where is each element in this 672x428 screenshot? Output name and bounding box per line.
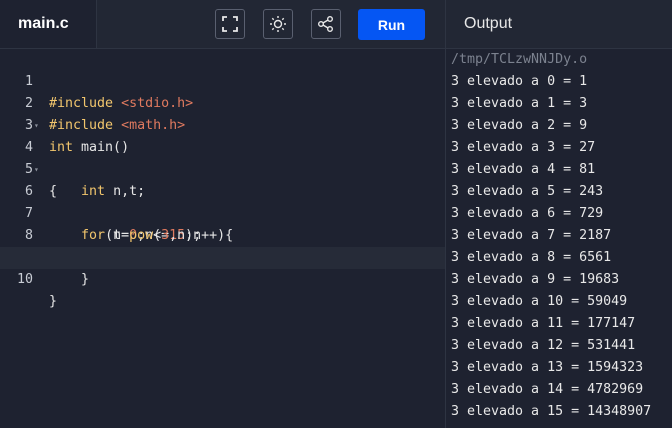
code-line[interactable]: 7 t=pow(3,n);: [0, 181, 445, 243]
output-line: 3 elevado a 4 = 81: [451, 162, 596, 177]
output-title: Output: [464, 15, 513, 32]
code-line[interactable]: 9 }: [0, 225, 445, 287]
output-panel[interactable]: /tmp/TCLzwNNJDy.o 3 elevado a 0 = 1 3 el…: [446, 49, 672, 428]
share-icon: [318, 16, 333, 32]
line-number: 10: [16, 272, 33, 287]
code-line[interactable]: 8 printf("3 elevado a %d = %d\n",n,t);: [0, 203, 445, 265]
run-button[interactable]: Run: [358, 9, 425, 40]
output-line: 3 elevado a 10 = 59049: [451, 294, 628, 309]
editor-toolbar: main.c Run: [0, 0, 445, 49]
code-line[interactable]: 3 int main(): [0, 93, 445, 155]
output-path: /tmp/TCLzwNNJDy.o: [451, 52, 588, 67]
code-editor[interactable]: 1 #include <stdio.h> 2 #include <math.h>…: [0, 49, 445, 428]
fullscreen-button[interactable]: [215, 9, 245, 39]
code-line-active[interactable]: 10 }: [0, 247, 445, 309]
share-button[interactable]: [311, 9, 341, 39]
output-line: 3 elevado a 9 = 19683: [451, 272, 620, 287]
output-line: 3 elevado a 13 = 1594323: [451, 360, 644, 375]
output-header: Output: [446, 0, 672, 49]
code-line[interactable]: 2 #include <math.h>: [0, 71, 445, 133]
output-line: 3 elevado a 6 = 729: [451, 206, 604, 221]
fold-arrow-icon[interactable]: ▾: [34, 159, 39, 181]
fold-arrow-icon[interactable]: ▾: [34, 115, 39, 137]
code-line[interactable]: 4 ▾ {: [0, 115, 445, 199]
code-line[interactable]: 1 #include <stdio.h>: [0, 49, 445, 111]
code-line[interactable]: 6 ▾ for(n=0;n<=15;n++){: [0, 159, 445, 243]
output-line: 3 elevado a 7 = 2187: [451, 228, 612, 243]
output-line: 3 elevado a 3 = 27: [451, 140, 596, 155]
output-line: 3 elevado a 0 = 1: [451, 74, 588, 89]
output-line: 3 elevado a 14 = 4782969: [451, 382, 644, 397]
code-line[interactable]: 5 int n,t;: [0, 137, 445, 199]
code-text: }: [49, 272, 90, 287]
brightness-icon: [270, 16, 286, 32]
output-line: 3 elevado a 1 = 3: [451, 96, 588, 111]
output-line: 3 elevado a 11 = 177147: [451, 316, 636, 331]
file-tab[interactable]: main.c: [0, 0, 97, 48]
output-line: 3 elevado a 2 = 9: [451, 118, 588, 133]
output-line: 3 elevado a 5 = 243: [451, 184, 604, 199]
output-line: 3 elevado a 8 = 6561: [451, 250, 612, 265]
output-line: 3 elevado a 15 = 14348907: [451, 404, 652, 419]
output-line: 3 elevado a 12 = 531441: [451, 338, 636, 353]
code-text: }: [49, 294, 58, 309]
file-tab-label: main.c: [18, 15, 69, 32]
fullscreen-icon: [222, 16, 238, 32]
theme-toggle-button[interactable]: [263, 9, 293, 39]
run-button-label: Run: [377, 16, 406, 33]
